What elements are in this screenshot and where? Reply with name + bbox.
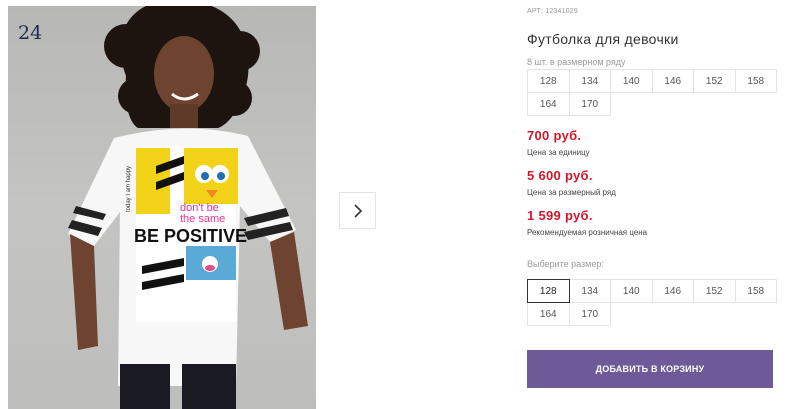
size-option[interactable]: 140 (610, 279, 653, 303)
retail-price: 1 599 руб. (527, 208, 593, 223)
size-row-grid: 128 134 140 146 152 158 164 170 (527, 69, 777, 116)
size-row-item: 146 (651, 69, 694, 93)
size-option[interactable]: 158 (734, 279, 777, 303)
product-sku: АРТ: 12341029 (527, 8, 578, 15)
add-to-cart-button[interactable]: ДОБАВИТЬ В КОРЗИНУ (527, 350, 773, 388)
size-option[interactable]: 146 (651, 279, 694, 303)
retail-price-note: Рекомендуемая розничная цена (527, 228, 648, 237)
size-row-item: 164 (527, 92, 570, 116)
row-price-note: Цена за размерный ряд (527, 188, 616, 197)
size-row-item: 134 (568, 69, 611, 93)
unit-price: 700 руб. (527, 128, 582, 143)
print-text-line2: the same (180, 213, 225, 225)
size-select-grid: 128 134 140 146 152 158 164 170 (527, 279, 777, 326)
size-row-label: 8 шт. в размерном ряду (527, 57, 626, 67)
size-row-item: 140 (610, 69, 653, 93)
unit-price-note: Цена за единицу (527, 148, 590, 157)
size-row-item: 152 (693, 69, 736, 93)
size-row-item: 158 (734, 69, 777, 93)
product-photo: don't be the same BE POSITIVE today I am… (68, 6, 308, 409)
size-select-label: Выберите размер: (527, 259, 604, 269)
print-side-text: today I am happy (126, 166, 132, 212)
size-option[interactable]: 164 (527, 302, 570, 326)
size-option[interactable]: 152 (693, 279, 736, 303)
size-row-item: 128 (527, 69, 570, 93)
product-gallery: 24 don't be the same BE POSITIVE today I… (8, 6, 316, 409)
gallery-next-button[interactable] (339, 192, 376, 229)
chevron-right-icon (353, 203, 362, 218)
size-option[interactable]: 134 (568, 279, 611, 303)
row-price: 5 600 руб. (527, 168, 593, 183)
size-row-item: 170 (568, 92, 611, 116)
size-option[interactable]: 170 (568, 302, 611, 326)
size-option-selected[interactable]: 128 (527, 279, 570, 303)
print-text-line3: BE POSITIVE (134, 226, 247, 246)
gallery-counter: 24 (18, 22, 43, 44)
product-title: Футболка для девочки (527, 31, 679, 47)
